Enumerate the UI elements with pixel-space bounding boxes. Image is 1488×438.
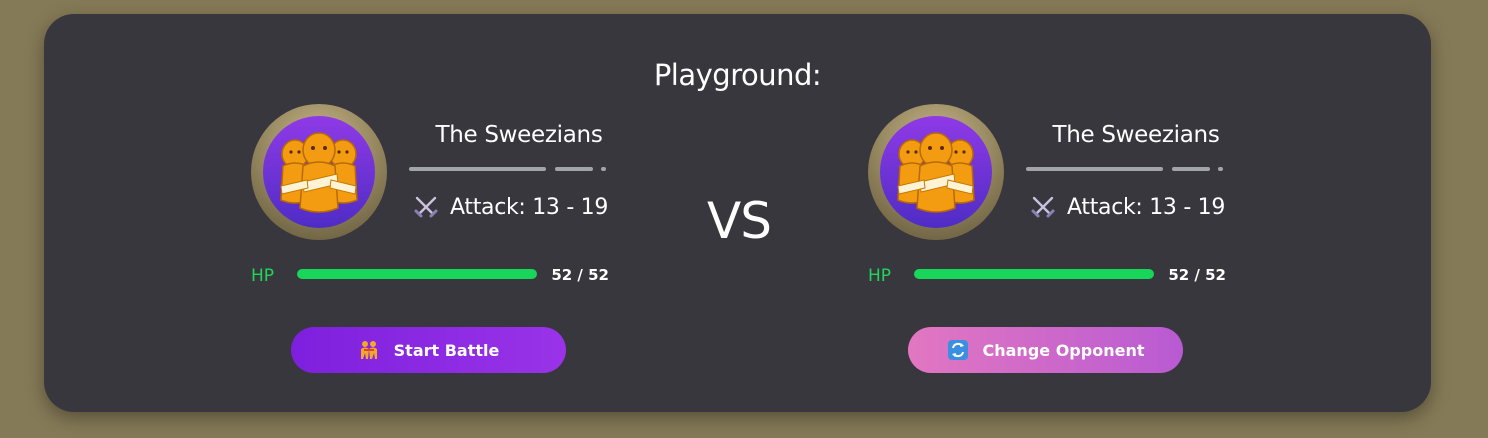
sweezians-avatar-icon bbox=[263, 116, 375, 228]
opponent-avatar bbox=[868, 104, 1004, 240]
hp-bar-fill bbox=[297, 269, 537, 279]
hp-label: HP bbox=[868, 266, 892, 286]
divider bbox=[1172, 167, 1210, 171]
refresh-icon bbox=[947, 340, 968, 360]
change-opponent-button[interactable]: Change Opponent bbox=[908, 327, 1183, 373]
divider bbox=[409, 167, 546, 171]
playground-panel: Playground: VS The Sweezians Attack: 13 … bbox=[44, 14, 1431, 412]
hp-label: HP bbox=[251, 266, 275, 286]
hp-bar-fill bbox=[914, 269, 1154, 279]
divider bbox=[601, 167, 606, 171]
attack-value: Attack: 13 - 19 bbox=[1067, 194, 1226, 220]
hp-bar bbox=[297, 269, 537, 279]
crossed-swords-icon bbox=[1031, 196, 1055, 218]
player-fighter-card: The Sweezians Attack: 13 - 19 HP 52 / 52 bbox=[249, 14, 649, 412]
fighter-name: The Sweezians bbox=[1052, 122, 1220, 148]
hp-count: 52 / 52 bbox=[551, 266, 609, 284]
player-avatar bbox=[251, 104, 387, 240]
vs-label: VS bbox=[707, 192, 772, 250]
start-battle-label: Start Battle bbox=[393, 340, 500, 360]
attack-value: Attack: 13 - 19 bbox=[450, 194, 609, 220]
attack-stat: Attack: 13 - 19 bbox=[1029, 192, 1225, 222]
start-battle-button[interactable]: Start Battle bbox=[291, 327, 566, 373]
divider bbox=[1026, 167, 1163, 171]
hp-bar bbox=[914, 269, 1154, 279]
hp-count: 52 / 52 bbox=[1168, 266, 1226, 284]
sweezians-avatar-icon bbox=[880, 116, 992, 228]
divider bbox=[1218, 167, 1223, 171]
divider bbox=[555, 167, 593, 171]
wrestlers-icon bbox=[360, 341, 377, 359]
crossed-swords-icon bbox=[414, 196, 438, 218]
attack-stat: Attack: 13 - 19 bbox=[412, 192, 608, 222]
fighter-name: The Sweezians bbox=[435, 122, 603, 148]
change-opponent-label: Change Opponent bbox=[982, 340, 1145, 360]
opponent-fighter-card: The Sweezians Attack: 13 - 19 HP 52 / 52 bbox=[866, 14, 1266, 412]
